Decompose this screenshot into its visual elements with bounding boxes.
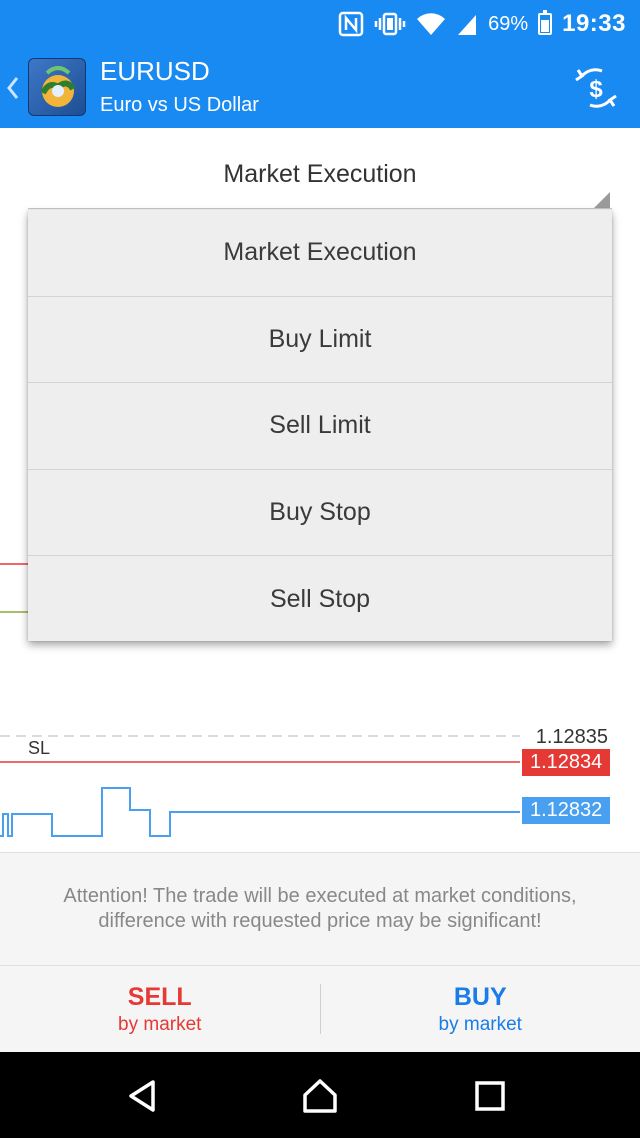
option-sell-stop[interactable]: Sell Stop — [28, 556, 612, 643]
order-type-spinner-value[interactable]: Market Execution — [0, 160, 640, 189]
attention-panel: Attention! The trade will be executed at… — [0, 853, 640, 965]
currency-exchange-icon[interactable]: $ — [572, 66, 620, 110]
screen: 69% 19:33 EURUSD Euro vs US Dollar $ Mar… — [0, 0, 640, 1138]
option-buy-limit[interactable]: Buy Limit — [28, 297, 612, 384]
wifi-icon — [416, 11, 446, 37]
recent-apps-square-icon[interactable] — [466, 1072, 514, 1120]
clock: 19:33 — [562, 10, 626, 37]
option-buy-stop[interactable]: Buy Stop — [28, 470, 612, 557]
order-type-dropdown: Market Execution Buy Limit Sell Limit Bu… — [28, 210, 612, 641]
bid-price-history-line — [0, 787, 520, 837]
option-sell-limit[interactable]: Sell Limit — [28, 383, 612, 470]
symbol-description: Euro vs US Dollar — [100, 94, 259, 116]
status-bar: 69% 19:33 — [0, 0, 640, 48]
trade-actions: SELL by market BUY by market — [0, 965, 640, 1052]
sell-label: SELL — [127, 982, 192, 1011]
vibrate-icon — [374, 11, 406, 37]
stop-loss-price-tag: 1.12834 — [522, 749, 611, 776]
battery-percentage: 69% — [488, 12, 529, 35]
back-chevron-icon[interactable] — [6, 68, 26, 108]
app-bar: EURUSD Euro vs US Dollar $ — [0, 48, 640, 128]
attention-message: Attention! The trade will be executed at… — [63, 885, 577, 932]
buy-by-market-button[interactable]: BUY by market — [321, 966, 640, 1052]
stop-loss-label: SL — [28, 738, 51, 758]
svg-text:$: $ — [589, 76, 603, 103]
signal-icon — [456, 11, 478, 37]
spinner-dropdown-arrow-icon[interactable] — [594, 192, 610, 208]
metatrader-logo[interactable] — [28, 58, 86, 116]
symbol-title: EURUSD — [100, 56, 210, 86]
ask-price-label: 1.12835 — [535, 726, 608, 748]
battery-icon — [538, 10, 553, 35]
sell-sublabel: by market — [118, 1013, 202, 1035]
spinner-underline — [28, 208, 612, 209]
option-market-execution[interactable]: Market Execution — [28, 210, 612, 297]
sell-by-market-button[interactable]: SELL by market — [0, 966, 320, 1052]
bid-price-tag: 1.12832 — [522, 797, 611, 824]
home-icon[interactable] — [296, 1072, 344, 1120]
buy-sublabel: by market — [438, 1013, 522, 1035]
buy-label: BUY — [453, 982, 507, 1011]
nfc-icon — [338, 11, 364, 37]
back-triangle-icon[interactable] — [118, 1072, 166, 1120]
navigation-bar — [0, 1052, 640, 1138]
